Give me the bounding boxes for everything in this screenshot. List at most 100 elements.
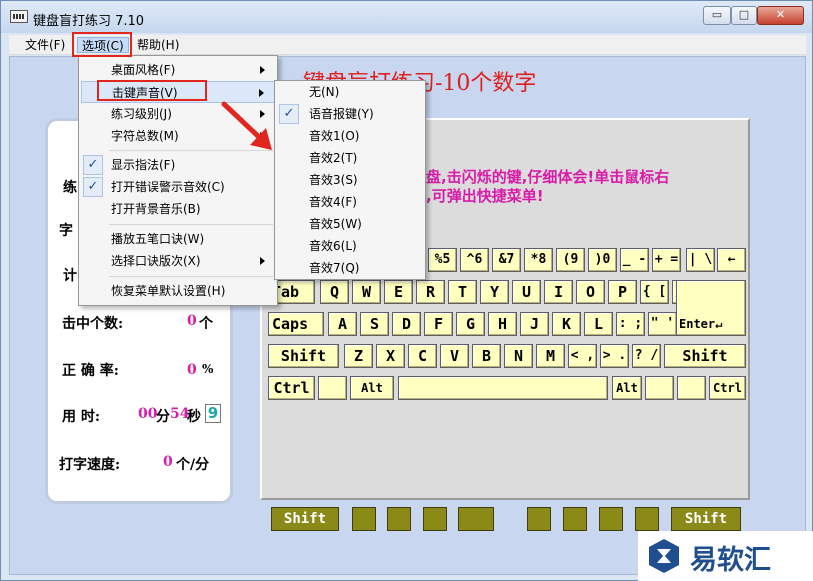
- key-r[interactable]: R: [416, 280, 445, 304]
- key-semicolon[interactable]: : ;: [616, 312, 645, 336]
- key-5[interactable]: %5: [428, 248, 457, 272]
- menu-char-total-label: 字符总数(M): [111, 129, 179, 143]
- key-w[interactable]: W: [352, 280, 381, 304]
- key-q[interactable]: Q: [320, 280, 349, 304]
- key-7[interactable]: &7: [492, 248, 521, 272]
- menu-separator: [109, 276, 273, 277]
- key-i[interactable]: I: [544, 280, 573, 304]
- key-m[interactable]: M: [536, 344, 565, 368]
- finger-left-ring: [387, 507, 411, 531]
- hits-value: 0: [187, 313, 197, 329]
- finger-right-pinky: [635, 507, 659, 531]
- key-d[interactable]: D: [392, 312, 421, 336]
- key-space[interactable]: [398, 376, 608, 400]
- key-quote[interactable]: " ': [648, 312, 677, 336]
- key-equals[interactable]: + =: [652, 248, 681, 272]
- title-bar[interactable]: 键盘盲打练习 7.10 ▭ □ ✕: [1, 1, 812, 33]
- key-h[interactable]: H: [488, 312, 517, 336]
- finger-right-shift: Shift: [671, 507, 741, 531]
- key-minus[interactable]: _ -: [620, 248, 649, 272]
- submenu-arrow-icon: [260, 66, 265, 74]
- close-button[interactable]: ✕: [757, 6, 804, 25]
- finger-left-middle: [423, 507, 447, 531]
- sound-voice[interactable]: ✓ 语音报键(Y): [277, 103, 423, 125]
- key-right-win[interactable]: [645, 376, 674, 400]
- menu-show-fingering-label: 显示指法(F): [111, 158, 176, 172]
- hint-line-1: 盘,击闪烁的键,仔细体会!单击鼠标右: [426, 168, 670, 186]
- key-z[interactable]: Z: [344, 344, 373, 368]
- sound-voice-label: 语音报键(Y): [309, 107, 374, 121]
- menu-wubi-select-label: 选择口诀版次(X): [111, 254, 201, 268]
- menu-help[interactable]: 帮助(H): [133, 37, 183, 53]
- key-caps[interactable]: Caps: [268, 312, 324, 336]
- key-v[interactable]: V: [440, 344, 469, 368]
- keyboard-app-icon: [10, 10, 28, 23]
- sound-fx1[interactable]: 音效1(O): [277, 125, 423, 147]
- menu-desktop-style-label: 桌面风格(F): [111, 63, 176, 77]
- key-right-alt[interactable]: Alt: [612, 376, 642, 400]
- sound-fx7[interactable]: 音效7(Q): [277, 257, 423, 279]
- key-backspace[interactable]: ←: [717, 248, 746, 272]
- key-8[interactable]: *8: [524, 248, 553, 272]
- key-enter[interactable]: Enter↵: [676, 280, 746, 336]
- key-p[interactable]: P: [608, 280, 637, 304]
- menu-error-sound[interactable]: ✓ 打开错误警示音效(C): [81, 176, 275, 198]
- key-period[interactable]: > .: [600, 344, 629, 368]
- stat-practice-label: 练: [63, 180, 77, 196]
- key-f[interactable]: F: [424, 312, 453, 336]
- key-g[interactable]: G: [456, 312, 485, 336]
- key-n[interactable]: N: [504, 344, 533, 368]
- menu-desktop-style[interactable]: 桌面风格(F): [81, 59, 275, 81]
- key-menu[interactable]: [677, 376, 706, 400]
- speed-value: 0: [163, 454, 173, 470]
- finger-right-middle: [563, 507, 587, 531]
- key-left-alt[interactable]: Alt: [350, 376, 394, 400]
- menu-wubi-select[interactable]: 选择口诀版次(X): [81, 250, 275, 272]
- key-u[interactable]: U: [512, 280, 541, 304]
- key-b[interactable]: B: [472, 344, 501, 368]
- key-l[interactable]: L: [584, 312, 613, 336]
- key-x[interactable]: X: [376, 344, 405, 368]
- key-9[interactable]: (9: [556, 248, 585, 272]
- minimize-button[interactable]: ▭: [703, 6, 731, 25]
- key-left-bracket[interactable]: { [: [640, 280, 669, 304]
- sound-fx2[interactable]: 音效2(T): [277, 147, 423, 169]
- sound-none[interactable]: 无(N): [277, 81, 423, 103]
- sound-fx6[interactable]: 音效6(L): [277, 235, 423, 257]
- menu-restore-defaults[interactable]: 恢复菜单默认设置(H): [81, 280, 275, 302]
- menu-wubi-play-label: 播放五笔口诀(W): [111, 232, 205, 246]
- key-left-shift[interactable]: Shift: [268, 344, 339, 368]
- menu-show-fingering[interactable]: ✓ 显示指法(F): [81, 154, 275, 176]
- key-k[interactable]: K: [552, 312, 581, 336]
- speed-unit: 个/分: [176, 457, 210, 473]
- key-right-shift[interactable]: Shift: [664, 344, 746, 368]
- key-slash[interactable]: ? /: [632, 344, 661, 368]
- key-c[interactable]: C: [408, 344, 437, 368]
- key-s[interactable]: S: [360, 312, 389, 336]
- key-e[interactable]: E: [384, 280, 413, 304]
- key-backslash[interactable]: | \: [686, 248, 715, 272]
- key-right-ctrl[interactable]: Ctrl: [709, 376, 746, 400]
- key-comma[interactable]: < ,: [568, 344, 597, 368]
- key-0[interactable]: )0: [588, 248, 617, 272]
- sound-fx5[interactable]: 音效5(W): [277, 213, 423, 235]
- speed-label: 打字速度:: [59, 457, 121, 473]
- key-y[interactable]: Y: [480, 280, 509, 304]
- sound-fx4[interactable]: 音效4(F): [277, 191, 423, 213]
- key-left-win[interactable]: [318, 376, 347, 400]
- menu-wubi-play[interactable]: 播放五笔口诀(W): [81, 228, 275, 250]
- maximize-button[interactable]: □: [731, 6, 757, 25]
- key-left-ctrl[interactable]: Ctrl: [268, 376, 315, 400]
- key-a[interactable]: A: [328, 312, 357, 336]
- menu-error-sound-label: 打开错误警示音效(C): [111, 180, 225, 194]
- key-t[interactable]: T: [448, 280, 477, 304]
- stat-chars-label: 字: [59, 223, 73, 239]
- submenu-arrow-icon: [260, 257, 265, 265]
- key-j[interactable]: J: [520, 312, 549, 336]
- menu-bg-music[interactable]: 打开背景音乐(B): [81, 198, 275, 220]
- key-6[interactable]: ^6: [460, 248, 489, 272]
- menu-file[interactable]: 文件(F): [21, 37, 69, 53]
- sound-fx3[interactable]: 音效3(S): [277, 169, 423, 191]
- key-o[interactable]: O: [576, 280, 605, 304]
- finger-left-pinky: [352, 507, 376, 531]
